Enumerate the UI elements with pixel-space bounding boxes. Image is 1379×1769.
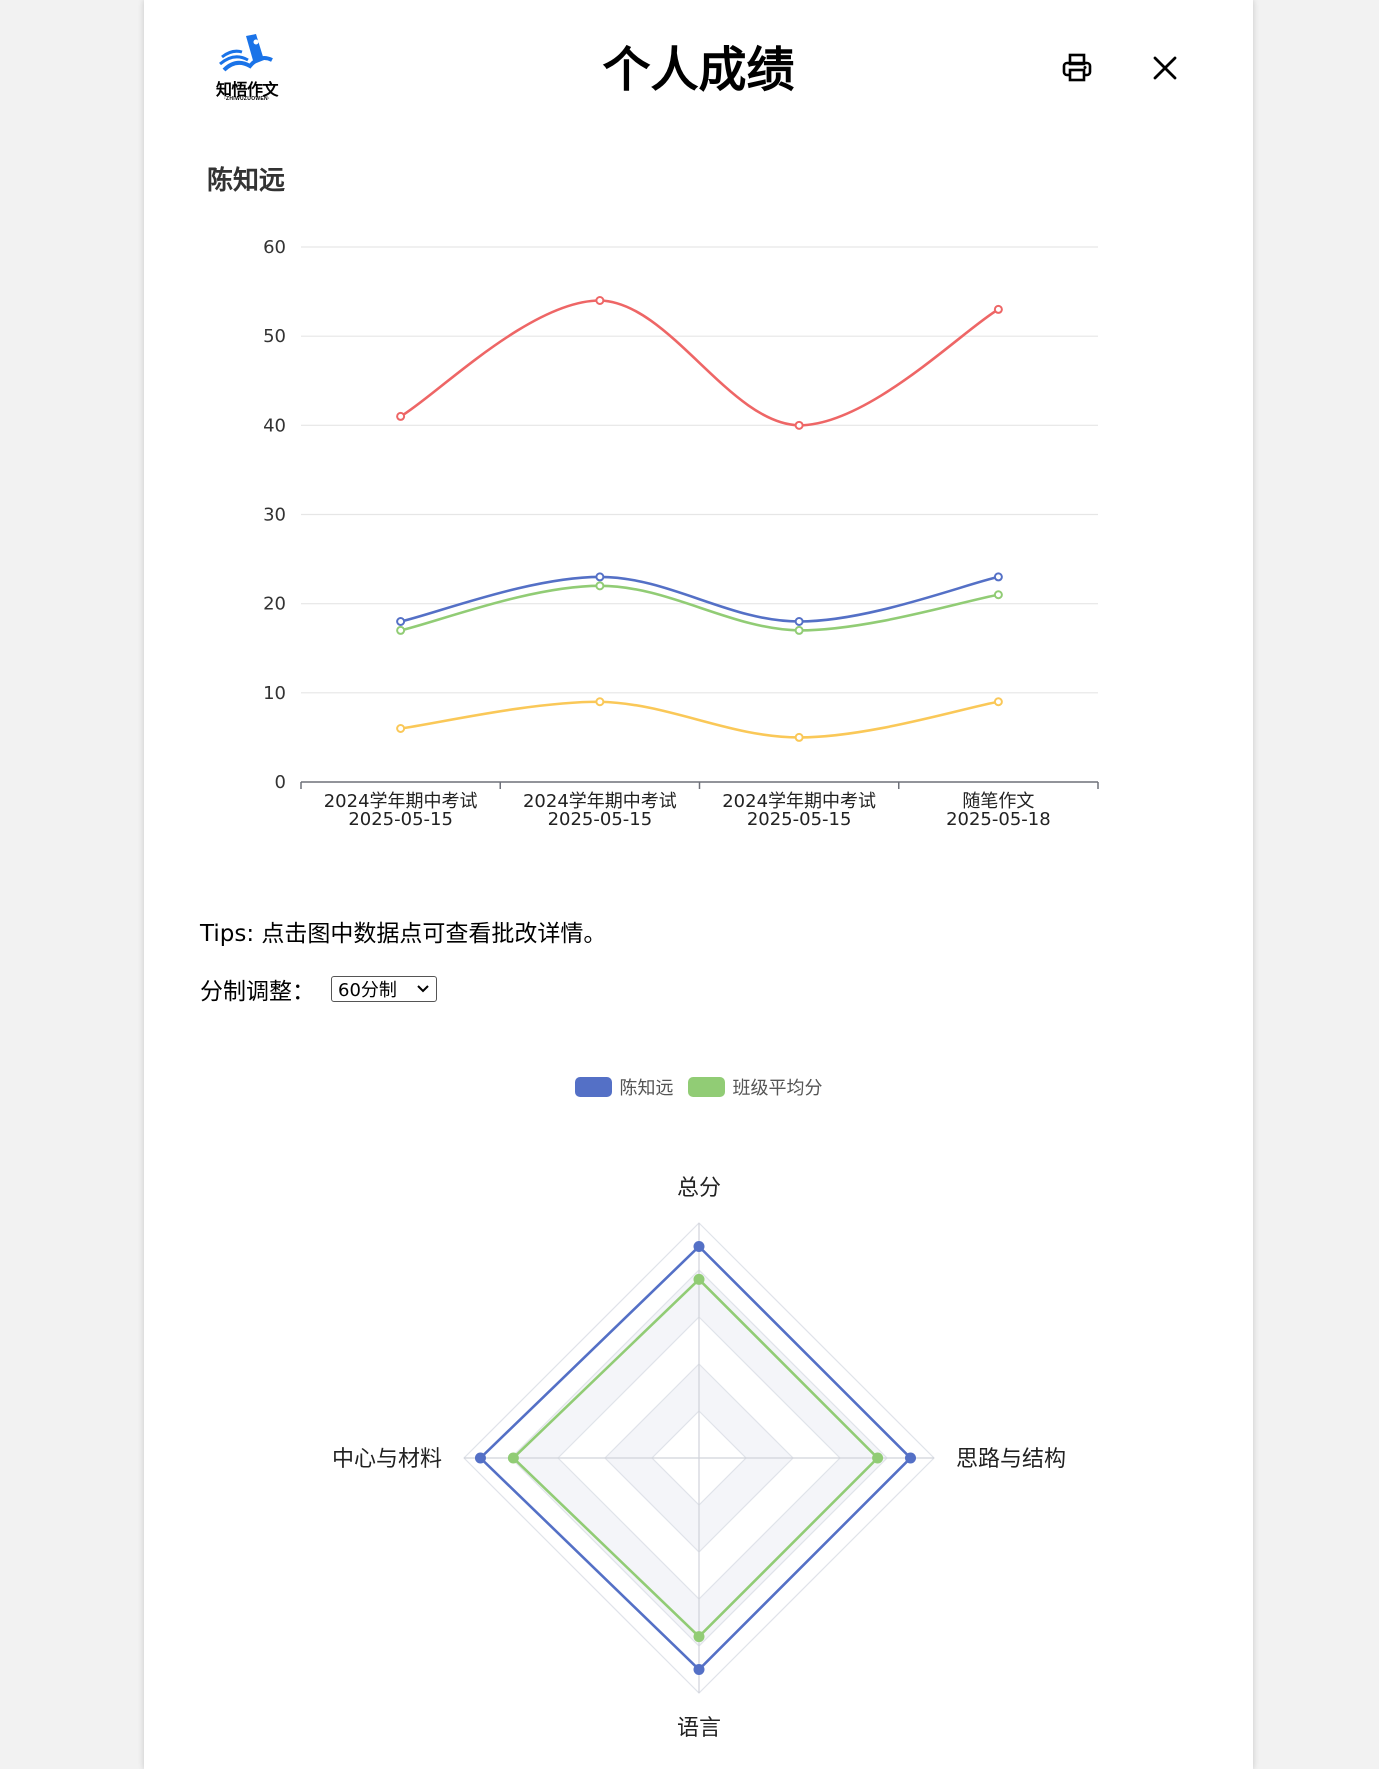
data-point[interactable] (595, 697, 605, 707)
printer-icon (1062, 53, 1092, 82)
y-tick-label: 20 (263, 594, 286, 615)
radar-data-point[interactable] (474, 1452, 486, 1464)
legend-swatch-student (574, 1077, 612, 1097)
legend-label-class-average: 班级平均分 (732, 1078, 823, 1099)
radar-legend: 陈知远 班级平均分 (144, 1074, 1253, 1100)
data-point[interactable] (794, 625, 804, 635)
score-trend-line-chart[interactable]: 01020304050602024学年期中考试2025-05-152024学年期… (144, 220, 1253, 840)
radar-data-point[interactable] (693, 1664, 705, 1675)
close-button[interactable] (1147, 50, 1183, 86)
data-point[interactable] (396, 617, 406, 626)
y-tick-label: 50 (263, 326, 286, 347)
report-page: 知悟作文 ·ZHIWUZUOWEN· 个人成绩 陈知远 0 10 20 30 40 50 6… (144, 0, 1253, 1769)
legend-swatch-class-average (687, 1077, 725, 1097)
scale-select-value: 60分制 (338, 980, 397, 1001)
data-point[interactable] (993, 304, 1003, 314)
chevron-down-icon (417, 985, 429, 993)
tips-text: Tips: 点击图中数据点可查看批改详情。 (200, 921, 607, 947)
radar-data-point[interactable] (507, 1452, 519, 1464)
legend-item-student[interactable]: 陈知远 (574, 1074, 674, 1100)
data-point[interactable] (993, 572, 1003, 582)
student-name: 陈知远 (207, 166, 286, 196)
scale-adjust-label: 分制调整： (200, 979, 315, 1005)
y-tick-label: 30 (263, 505, 286, 526)
data-point[interactable] (993, 697, 1003, 707)
data-point[interactable] (794, 617, 804, 626)
series-line (399, 299, 1000, 427)
print-button[interactable] (1059, 50, 1095, 86)
data-point[interactable] (396, 411, 406, 421)
radar-data-point[interactable] (872, 1452, 884, 1464)
data-point[interactable] (993, 590, 1003, 600)
y-tick-label: 0 (275, 772, 286, 793)
x-tick-label: 2025-05-18 (946, 809, 1051, 830)
radar-indicator-label: 思路与结构 (956, 1447, 1066, 1472)
x-tick-label: 2025-05-15 (348, 809, 453, 830)
data-point[interactable] (396, 724, 406, 733)
radar-data-point[interactable] (693, 1273, 705, 1285)
series-line (400, 584, 999, 632)
scale-adjust-row: 分制调整： 60分制 (200, 972, 437, 1006)
score-radar-chart[interactable]: 总分思路与结构语言 中心与材料 (144, 1140, 1253, 1760)
series-line (400, 700, 999, 739)
data-point[interactable] (396, 625, 406, 635)
y-tick-label: 10 (263, 683, 286, 704)
data-point[interactable] (595, 572, 605, 582)
radar-indicator-label: 总分 (677, 1176, 721, 1201)
data-point[interactable] (595, 581, 605, 591)
y-tick-label: 60 (263, 237, 286, 258)
radar-data-point[interactable] (905, 1452, 916, 1464)
data-point[interactable] (794, 420, 804, 430)
radar-indicator-label: 中心与材料 (332, 1447, 442, 1472)
legend-item-class-average[interactable]: 班级平均分 (687, 1074, 823, 1100)
y-tick-label: 40 (263, 415, 286, 436)
close-icon (1153, 56, 1177, 80)
x-tick-label: 2025-05-15 (548, 809, 653, 830)
radar-data-point[interactable] (693, 1241, 705, 1252)
x-tick-label: 2025-05-15 (747, 809, 852, 830)
data-point[interactable] (595, 296, 605, 305)
data-point[interactable] (794, 732, 804, 742)
radar-data-point[interactable] (693, 1631, 705, 1643)
legend-label-student: 陈知远 (619, 1078, 674, 1099)
radar-indicator-label: 语言 (677, 1716, 721, 1741)
scale-select[interactable]: 60分制 (331, 976, 437, 1002)
